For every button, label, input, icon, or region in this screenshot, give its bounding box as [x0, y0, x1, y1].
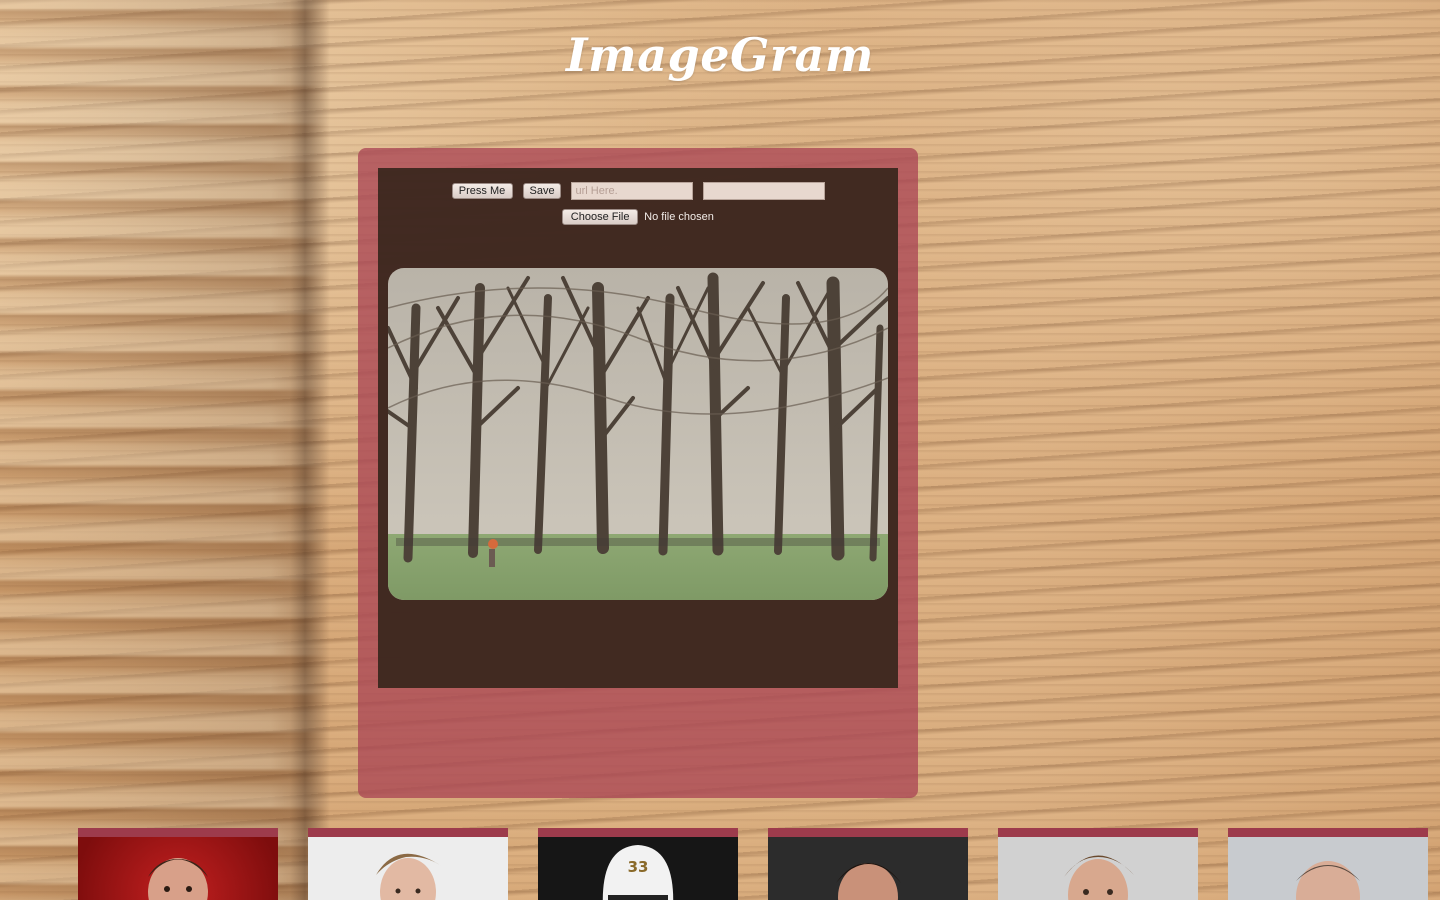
editor-panel: Press Me Save Choose File No file chosen [378, 168, 898, 688]
thumbnail-1[interactable] [78, 828, 278, 900]
person-portrait-icon [148, 858, 208, 900]
editor-frame: Press Me Save Choose File No file chosen [358, 148, 918, 798]
thumbnail-3[interactable]: 33 [538, 828, 738, 900]
url-input[interactable] [570, 182, 693, 200]
file-row: Choose File No file chosen [378, 209, 898, 225]
secondary-input[interactable] [702, 182, 825, 200]
thumbnail-2[interactable] [308, 828, 508, 900]
thumbnail-5[interactable] [998, 828, 1198, 900]
person-portrait-icon [836, 863, 901, 900]
thumbnail-4[interactable] [768, 828, 968, 900]
app-title: ImageGram [566, 28, 874, 82]
torn-cardboard-texture [0, 0, 330, 900]
file-status-text: No file chosen [644, 211, 714, 223]
person-portrait-icon [1296, 861, 1360, 900]
controls-row: Press Me Save [378, 182, 898, 200]
hockey-helmet-portrait-icon: 33 [602, 845, 674, 900]
save-button[interactable]: Save [522, 183, 561, 199]
thumbnail-strip: 33 [78, 828, 1428, 900]
park-trees-image [388, 268, 888, 600]
jersey-number: 33 [628, 858, 649, 876]
person-portrait-icon [376, 853, 443, 900]
choose-file-button[interactable]: Choose File [562, 209, 639, 225]
press-me-button[interactable]: Press Me [451, 183, 513, 199]
person-portrait-icon [1064, 855, 1134, 900]
thumbnail-6[interactable] [1228, 828, 1428, 900]
main-photo [388, 268, 888, 600]
